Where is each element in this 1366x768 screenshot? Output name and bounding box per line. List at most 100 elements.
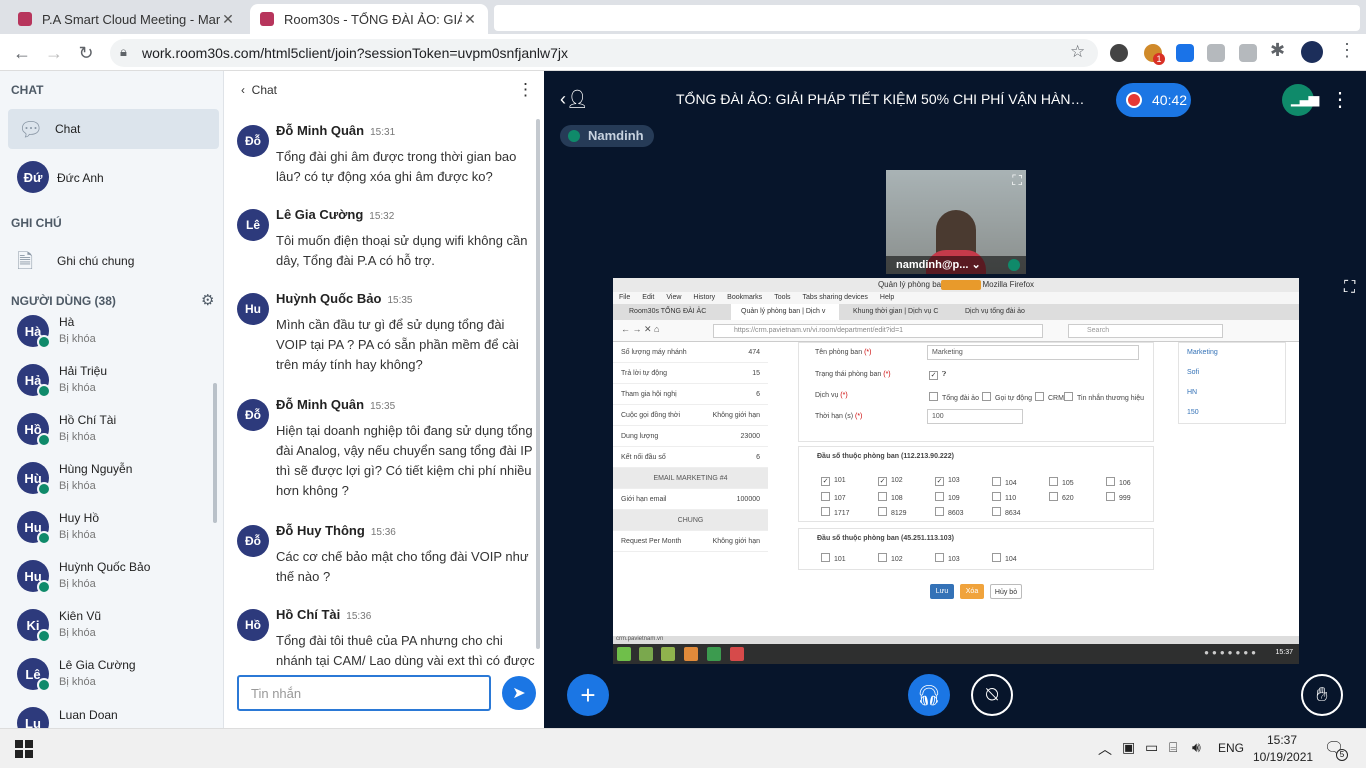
user-list-item[interactable]: Hồ Hồ Chí Tài Bị khóa <box>0 409 210 455</box>
actions-plus-button[interactable]: + <box>567 674 609 716</box>
extension-icon[interactable] <box>1176 44 1194 62</box>
shared-summary-row: 6 Kết nối đầu số <box>613 447 768 468</box>
extension-icon[interactable] <box>1110 44 1128 62</box>
shared-department-list: Marketing Sofi HN 150 <box>1178 342 1286 424</box>
user-status: Bị khóa <box>59 676 96 688</box>
meeting-options-icon[interactable]: ⋮ <box>1330 87 1350 112</box>
notification-count: 5 <box>1336 749 1348 761</box>
webcam-username: namdinh@p... ⌄ <box>886 256 1026 274</box>
shared-summary-row: Không giới hạn Cuộc gọi đồng thời <box>613 405 768 426</box>
toggle-user-list-icon[interactable]: ‹👤︎ <box>560 89 589 110</box>
department-list-item: HN <box>1187 389 1198 396</box>
tray-chevron-up-icon[interactable]: ︿ <box>1098 739 1112 759</box>
notes-document-icon: 🗎 <box>17 251 34 273</box>
user-list-item[interactable]: Hả Hải Triệu Bị khóa <box>0 360 210 406</box>
user-list-item[interactable]: Lê Lê Gia Cường Bị khóa <box>0 654 210 700</box>
department-list-item: Marketing <box>1187 349 1218 356</box>
start-tile <box>25 740 33 748</box>
close-tab-icon[interactable]: ✕ <box>462 11 478 28</box>
hand-icon: ✋︎ <box>1316 683 1328 706</box>
webcam-toggle-button[interactable]: ⍉ <box>971 674 1013 716</box>
summary-label: Số lượng máy nhánh <box>621 349 687 356</box>
start-tile <box>15 740 23 748</box>
bookmark-star-icon[interactable]: ☆ <box>1070 42 1085 62</box>
message-text: Tôi muốn điện thoại sử dụng wifi không c… <box>276 233 528 268</box>
send-arrow-icon: ➤ <box>512 685 526 702</box>
battery-icon[interactable]: ▭ <box>1145 739 1158 756</box>
duration-input: 100 <box>927 409 1023 424</box>
tray-app-icon[interactable]: ▣ <box>1122 739 1135 756</box>
user-list-scrollbar[interactable] <box>213 383 217 523</box>
public-chat-item[interactable]: 💬︎ Chat <box>8 109 219 149</box>
message-time: 15:32 <box>369 211 395 222</box>
browser-tab-pa-meeting[interactable]: P.A Smart Cloud Meeting - Marke ✕ <box>8 4 246 34</box>
back-arrow-icon[interactable]: ← <box>10 41 34 65</box>
department-list-item: Sofi <box>1187 369 1200 376</box>
chat-options-icon[interactable]: ⋮ <box>517 80 534 100</box>
volume-icon[interactable]: 🔊︎ <box>1192 739 1201 756</box>
connection-status-button[interactable]: ▁▃▅ <box>1282 84 1319 116</box>
shared-section-email: EMAIL MARKETING #4 <box>613 468 768 489</box>
chat-scrollbar[interactable] <box>536 119 540 649</box>
private-chat-name: Đức Anh <box>57 171 104 185</box>
private-chat-item[interactable]: Đứ Đức Anh <box>0 159 223 195</box>
address-bar[interactable]: 🔒︎ work.room30s.com/html5client/join?ses… <box>110 39 1098 67</box>
shared-menu-item: View <box>666 294 682 301</box>
windows-start-icon[interactable] <box>15 740 33 758</box>
taskbar-time[interactable]: 15:37 <box>1267 733 1297 747</box>
menu-icon <box>617 647 631 661</box>
raise-hand-button[interactable]: ✋︎ <box>1301 674 1343 716</box>
avatar: Đứ <box>17 161 49 193</box>
user-list-item[interactable]: Hu Huỳnh Quốc Bảo Bị khóa <box>0 556 210 602</box>
user-settings-gear-icon[interactable]: ⚙ <box>201 291 214 309</box>
app-icon <box>707 647 721 661</box>
browser-menu-icon[interactable]: ⋮ <box>1338 40 1356 61</box>
webcam-video[interactable]: ⛶ namdinh@p... ⌄ <box>886 170 1026 274</box>
message-time: 15:35 <box>370 401 396 412</box>
fullscreen-icon[interactable]: ⛶ <box>1012 172 1022 189</box>
screenshare-view[interactable]: Quản lý phòng ban ... M... — Mozilla Fir… <box>613 278 1299 664</box>
network-icon[interactable]: ⌸ <box>1169 739 1177 756</box>
required-mark: (*) <box>883 371 891 378</box>
reload-icon[interactable]: ↻ <box>74 41 98 65</box>
screenshare-fullscreen-icon[interactable]: ⛶ <box>1344 279 1355 297</box>
audio-headphone-button[interactable]: 🎧︎ <box>908 674 950 716</box>
user-list-item[interactable]: Hu Huy Hồ Bị khóa <box>0 507 210 553</box>
user-list-item[interactable]: Ki Kiên Vũ Bị khóa <box>0 605 210 651</box>
user-list-item[interactable]: Hù Hùng Nguyễn Bị khóa <box>0 458 210 504</box>
taskbar-date[interactable]: 10/19/2021 <box>1253 750 1313 764</box>
start-tile <box>15 750 23 758</box>
shared-menu-bar: File Edit View History Bookmarks Tools Tabs sh… <box>613 292 1299 304</box>
shared-clock: 15:37 <box>1275 649 1293 656</box>
forward-arrow-icon[interactable]: → <box>42 41 66 65</box>
chat-header-title: Chat <box>251 83 278 97</box>
hide-chat-button[interactable]: ‹ Chat <box>241 83 277 97</box>
webcam-username-text: namdinh@p... <box>896 259 969 271</box>
user-list-item[interactable]: Hà Hà Bị khóa <box>0 311 210 357</box>
browser-tab-room30s[interactable]: Room30s - TỔNG ĐÀI ẢO: GIẢI P ✕ <box>250 4 488 34</box>
service-checkbox: Tổng đài ảo <box>929 392 979 402</box>
new-tab-area[interactable] <box>494 5 1360 31</box>
shared-notes-item[interactable]: 🗎 Ghi chú chung <box>0 243 223 279</box>
extension-icon[interactable] <box>1239 44 1257 62</box>
shared-summary-row: 23000 Dung lượng <box>613 426 768 447</box>
user-list-item[interactable]: Lu Luan Doan <box>0 703 210 728</box>
department-name-input: Marketing <box>927 345 1139 360</box>
camera-off-icon: ⍉ <box>986 683 998 706</box>
profile-avatar[interactable] <box>1301 41 1323 63</box>
camera-extension-icon[interactable] <box>1207 44 1225 62</box>
pa-favicon-icon <box>18 12 32 26</box>
message-input[interactable]: Tin nhắn <box>237 675 491 711</box>
department-name-label: Tên phòng ban <box>815 349 863 356</box>
send-message-button[interactable]: ➤ <box>502 676 536 710</box>
chevron-left-icon: ‹ <box>241 83 245 97</box>
recording-indicator[interactable]: 40:42 <box>1116 83 1191 117</box>
shared-number-group-1: Đầu số thuộc phòng ban (112.213.90.222) … <box>798 446 1154 522</box>
firefox-icon <box>684 647 698 661</box>
close-tab-icon[interactable]: ✕ <box>220 11 236 28</box>
user-status-dot <box>37 580 51 594</box>
puzzle-extensions-icon[interactable]: ✱ <box>1270 40 1285 61</box>
message-time: 15:31 <box>370 127 396 138</box>
message-text: Các cơ chế bảo mật cho tổng đài VOIP như… <box>276 549 529 584</box>
language-indicator[interactable]: ENG <box>1218 741 1244 755</box>
